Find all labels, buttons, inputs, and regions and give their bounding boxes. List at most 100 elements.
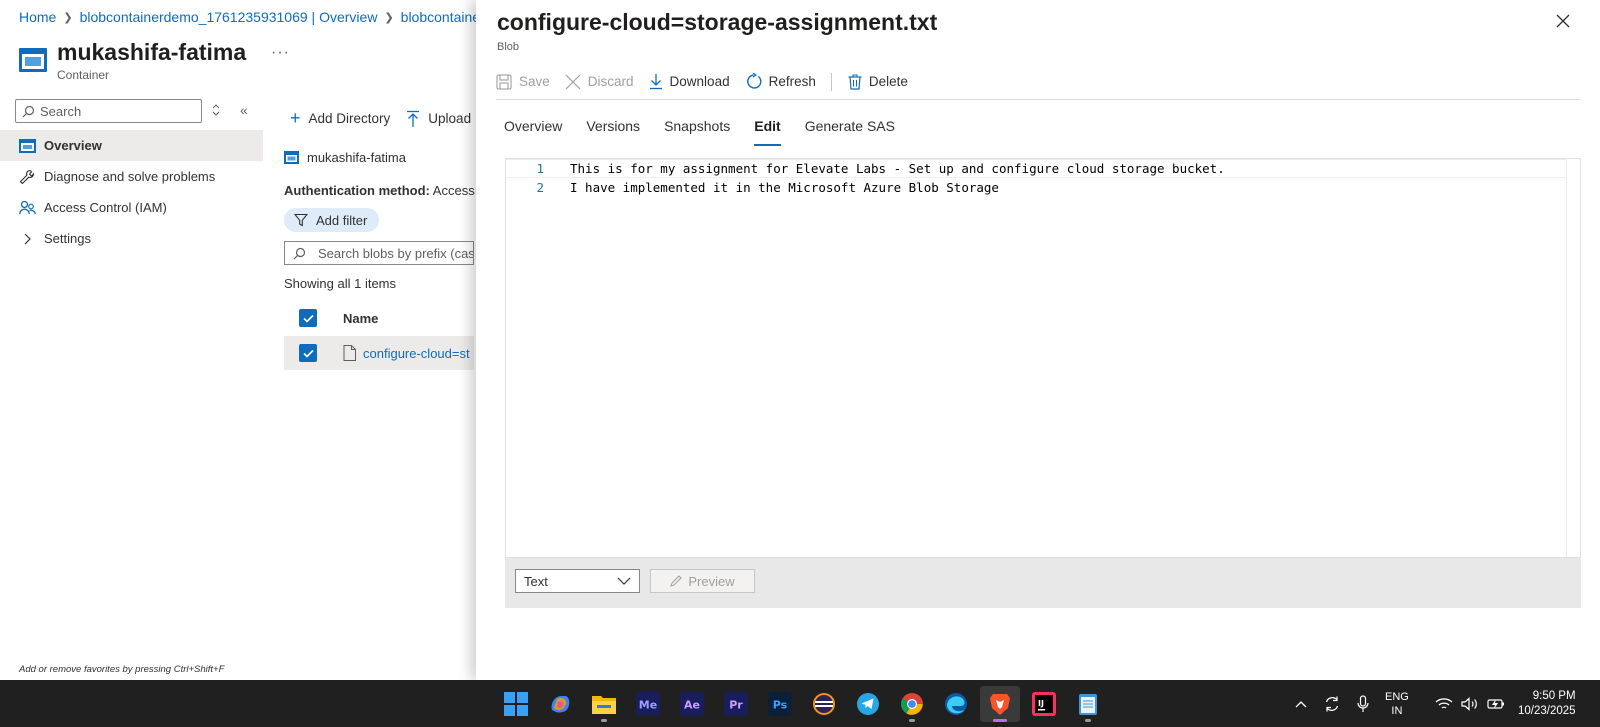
edge-icon[interactable] bbox=[936, 686, 976, 722]
chrome-icon[interactable] bbox=[892, 686, 932, 722]
column-header-name[interactable]: Name bbox=[343, 311, 378, 326]
clock-date: 10/23/2025 bbox=[1518, 705, 1576, 717]
download-button[interactable]: Download bbox=[649, 74, 730, 98]
container-icon bbox=[18, 137, 36, 155]
editor-scrollbar[interactable] bbox=[1566, 159, 1580, 557]
svg-text:IJ: IJ bbox=[1038, 699, 1044, 708]
media-encoder-icon[interactable]: Me bbox=[628, 686, 668, 722]
download-icon bbox=[649, 74, 662, 90]
auth-method: Authentication method: Access k bbox=[284, 183, 485, 198]
brave-icon[interactable] bbox=[980, 686, 1020, 722]
file-explorer-icon[interactable] bbox=[584, 686, 624, 722]
delete-button[interactable]: Delete bbox=[848, 73, 908, 98]
table-row[interactable]: configure-cloud=st bbox=[284, 336, 474, 370]
line-text[interactable]: This is for my assignment for Elevate La… bbox=[570, 161, 1225, 176]
line-number: 1 bbox=[536, 161, 544, 176]
sync-icon[interactable] bbox=[1323, 695, 1341, 713]
wifi-icon[interactable] bbox=[1435, 697, 1453, 711]
refresh-button[interactable]: Refresh bbox=[745, 73, 816, 98]
blob-search-placeholder: Search blobs by prefix (case bbox=[318, 245, 474, 261]
close-icon[interactable] bbox=[1556, 14, 1570, 28]
refresh-label: Refresh bbox=[768, 74, 816, 89]
format-value: Text bbox=[524, 573, 548, 589]
eclipse-icon[interactable] bbox=[804, 686, 844, 722]
language-code: ENG bbox=[1385, 690, 1409, 703]
save-icon bbox=[496, 73, 512, 90]
after-effects-icon[interactable]: Ae bbox=[672, 686, 712, 722]
telegram-icon[interactable] bbox=[848, 686, 888, 722]
save-button[interactable]: Save bbox=[496, 73, 550, 98]
sidebar-item-access-control[interactable]: Access Control (IAM) bbox=[0, 192, 263, 223]
taskbar-apps: Me Ae Pr Ps IJ bbox=[496, 686, 1112, 722]
sort-icon[interactable] bbox=[212, 104, 220, 116]
line-text[interactable]: I have implemented it in the Microsoft A… bbox=[570, 180, 999, 195]
upload-button[interactable]: Upload bbox=[406, 110, 471, 128]
notepad-icon[interactable] bbox=[1068, 686, 1108, 722]
breadcrumb-home[interactable]: Home bbox=[19, 9, 56, 25]
tab-versions[interactable]: Versions bbox=[586, 118, 640, 146]
region-code: IN bbox=[1391, 704, 1403, 717]
sidebar-item-overview[interactable]: Overview bbox=[0, 130, 263, 161]
battery-charging-icon[interactable] bbox=[1487, 697, 1505, 711]
resource-type: Container bbox=[57, 68, 110, 82]
tab-edit[interactable]: Edit bbox=[754, 118, 782, 146]
breadcrumb-storage-account[interactable]: blobcontainerdemo_1761235931069 | Overvi… bbox=[80, 9, 378, 25]
editor-line[interactable]: 2 I have implemented it in the Microsoft… bbox=[506, 178, 1566, 197]
container-name: mukashifa-fatima bbox=[307, 150, 406, 165]
copilot-icon[interactable] bbox=[540, 686, 580, 722]
favorites-hint: Add or remove favorites by pressing Ctrl… bbox=[19, 664, 225, 675]
photoshop-icon[interactable]: Ps bbox=[760, 686, 800, 722]
checkmark-icon bbox=[302, 349, 314, 358]
chevron-right-icon bbox=[18, 230, 36, 248]
svg-text:Pr: Pr bbox=[729, 699, 743, 712]
sidebar-item-settings[interactable]: Settings bbox=[0, 223, 263, 254]
sidebar-item-diagnose[interactable]: Diagnose and solve problems bbox=[0, 161, 263, 192]
delete-label: Delete bbox=[868, 74, 908, 89]
windows-start-icon[interactable] bbox=[496, 686, 536, 722]
save-label: Save bbox=[519, 74, 550, 89]
panel-tabs: Overview Versions Snapshots Edit Generat… bbox=[504, 118, 919, 146]
search-icon bbox=[293, 247, 306, 259]
discard-button[interactable]: Discard bbox=[565, 74, 634, 98]
sidebar-item-label: Diagnose and solve problems bbox=[44, 169, 216, 184]
premiere-pro-icon[interactable]: Pr bbox=[716, 686, 756, 722]
running-indicator bbox=[1085, 719, 1091, 722]
blob-name: configure-cloud=st bbox=[363, 345, 470, 361]
volume-icon[interactable] bbox=[1461, 696, 1479, 711]
tab-generate-sas[interactable]: Generate SAS bbox=[805, 118, 895, 146]
tab-overview[interactable]: Overview bbox=[504, 118, 562, 146]
clock-time: 9:50 PM bbox=[1532, 690, 1576, 702]
add-filter-button[interactable]: Add filter bbox=[284, 208, 380, 232]
sidebar-search-input[interactable]: Search bbox=[15, 99, 202, 123]
text-editor[interactable]: 1 This is for my assignment for Elevate … bbox=[505, 158, 1581, 558]
blob-search-input[interactable]: Search blobs by prefix (case bbox=[284, 241, 474, 265]
blob-link[interactable]: configure-cloud=st bbox=[343, 345, 470, 361]
intellij-icon[interactable]: IJ bbox=[1024, 686, 1064, 722]
blob-details-panel: configure-cloud=storage-assignment.txt B… bbox=[476, 0, 1600, 680]
blob-grid-header: Name bbox=[284, 303, 474, 333]
tab-snapshots[interactable]: Snapshots bbox=[664, 118, 730, 146]
upload-label: Upload bbox=[428, 111, 472, 126]
chevron-up-icon[interactable] bbox=[1295, 700, 1307, 708]
running-indicator bbox=[909, 719, 915, 722]
language-indicator[interactable]: ENG IN bbox=[1385, 690, 1409, 718]
line-number: 2 bbox=[536, 180, 544, 195]
trash-icon bbox=[848, 73, 862, 90]
editor-footer: Text Preview bbox=[505, 558, 1581, 608]
select-all-checkbox[interactable] bbox=[299, 309, 317, 327]
microphone-icon[interactable] bbox=[1357, 694, 1369, 713]
sidebar-search-placeholder: Search bbox=[40, 103, 82, 119]
add-directory-button[interactable]: + Add Directory bbox=[290, 108, 390, 129]
row-checkbox[interactable] bbox=[299, 344, 317, 362]
breadcrumb-container[interactable]: blobcontainer bbox=[401, 9, 485, 25]
preview-button[interactable]: Preview bbox=[650, 569, 755, 593]
clock[interactable]: 9:50 PM 10/23/2025 bbox=[1518, 689, 1576, 719]
breadcrumb: Home ❯ blobcontainerdemo_1761235931069 |… bbox=[19, 9, 485, 25]
container-icon bbox=[19, 48, 47, 72]
format-dropdown[interactable]: Text bbox=[515, 569, 640, 593]
collapse-sidebar-icon[interactable]: « bbox=[240, 102, 248, 118]
discard-label: Discard bbox=[587, 74, 634, 89]
more-options-icon[interactable]: ··· bbox=[271, 44, 290, 62]
editor-line[interactable]: 1 This is for my assignment for Elevate … bbox=[506, 159, 1566, 178]
panel-toolbar: Save Discard Download Refresh Delete bbox=[496, 72, 1581, 100]
